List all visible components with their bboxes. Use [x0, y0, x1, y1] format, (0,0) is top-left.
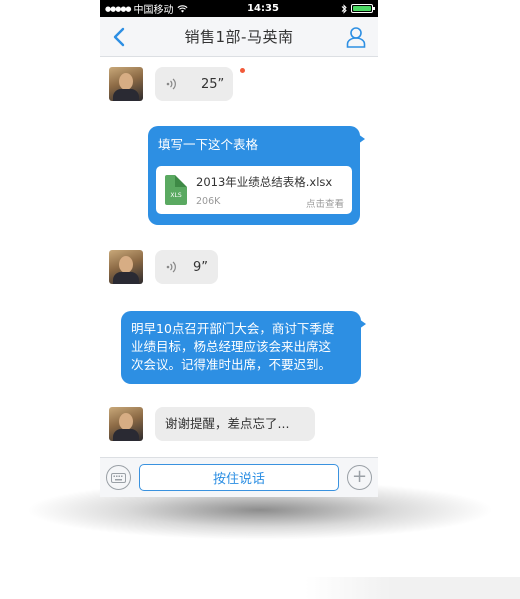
- bluetooth-icon: [341, 3, 347, 14]
- avatar[interactable]: [109, 67, 143, 101]
- avatar[interactable]: [109, 250, 143, 284]
- status-bar: ●●●●● 中国移动 14:35: [100, 0, 378, 17]
- carrier-label: 中国移动: [133, 5, 174, 16]
- message-line: 次会议。记得准时出席，不要迟到。: [131, 357, 332, 372]
- voice-wave-icon: [166, 78, 176, 90]
- voice-wave-icon: [166, 261, 176, 273]
- unread-dot: [240, 68, 245, 73]
- input-bar: 按住说话 +: [100, 457, 378, 497]
- incoming-message: 谢谢提醒，差点忘了...: [155, 407, 315, 441]
- chat-title: 销售1部-马英南: [184, 28, 294, 46]
- avatar[interactable]: [109, 407, 143, 441]
- file-attachment[interactable]: XLS 2013年业绩总结表格.xlsx 206K 点击查看: [156, 166, 352, 214]
- chevron-left-icon[interactable]: [112, 27, 126, 47]
- message-line: 明早10点召开部门大会，商讨下季度: [131, 321, 335, 336]
- battery-icon: [351, 4, 375, 13]
- file-size: 206K: [196, 196, 221, 207]
- voice-duration: 9”: [193, 259, 209, 275]
- message-list: 25” 填写一下这个表格 XLS 2013年业绩总结表格.xlsx 206K 点…: [100, 57, 378, 457]
- message-text: 谢谢提醒，差点忘了...: [165, 416, 290, 431]
- corner-strip: [305, 577, 520, 599]
- file-name: 2013年业绩总结表格.xlsx: [196, 175, 333, 189]
- xls-file-icon: XLS: [165, 175, 187, 205]
- wifi-icon: [177, 4, 188, 13]
- keyboard-icon[interactable]: [106, 465, 131, 490]
- clock: 14:35: [247, 3, 279, 14]
- voice-duration: 25”: [201, 76, 225, 92]
- navigation-bar: 销售1部-马英南: [100, 17, 378, 57]
- signal-strength-icon: ●●●●●: [105, 4, 132, 13]
- voice-message[interactable]: 9”: [155, 250, 218, 284]
- outgoing-message: 明早10点召开部门大会，商讨下季度 业绩目标，杨总经理应该会来出席这 次会议。记…: [121, 311, 366, 384]
- voice-message[interactable]: 25”: [155, 67, 233, 101]
- message-line: 业绩目标，杨总经理应该会来出席这: [131, 339, 332, 354]
- view-file-link[interactable]: 点击查看: [306, 196, 344, 210]
- outgoing-message: 填写一下这个表格 XLS 2013年业绩总结表格.xlsx 206K 点击查看: [148, 126, 365, 225]
- hold-to-talk-button[interactable]: 按住说话: [139, 464, 339, 491]
- phone-screen: ●●●●● 中国移动 14:35 销售1部-马英南 25” 填写一下这个表格 X…: [100, 0, 378, 497]
- user-icon[interactable]: [346, 26, 366, 48]
- message-text: 填写一下这个表格: [158, 137, 259, 152]
- plus-icon[interactable]: +: [347, 465, 372, 490]
